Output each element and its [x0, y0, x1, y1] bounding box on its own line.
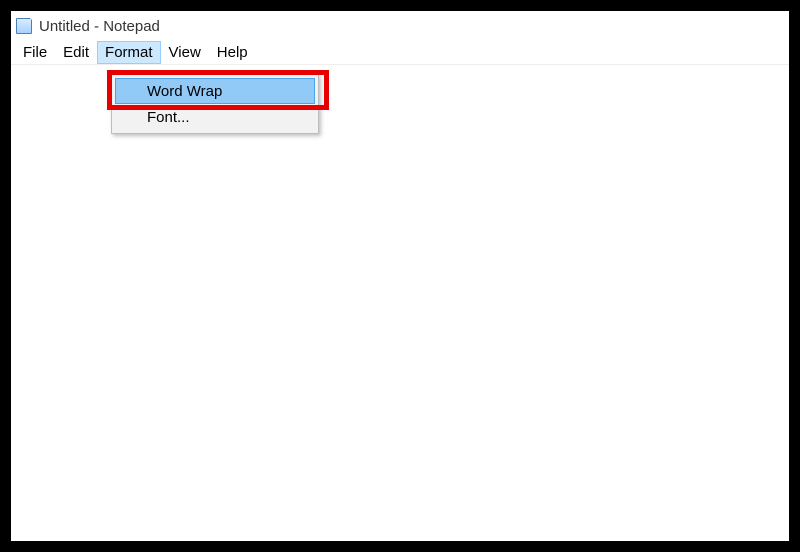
window-frame: Untitled - Notepad File Edit Format View…: [10, 10, 790, 542]
menu-format[interactable]: Format: [97, 41, 161, 64]
menu-item-word-wrap[interactable]: Word Wrap: [115, 78, 315, 104]
titlebar: Untitled - Notepad: [11, 11, 789, 41]
menu-item-font[interactable]: Font...: [115, 104, 315, 130]
menubar: File Edit Format View Help: [11, 41, 789, 65]
menu-edit[interactable]: Edit: [55, 41, 97, 64]
format-dropdown: Word Wrap Font...: [111, 74, 319, 134]
text-editor-area[interactable]: [11, 66, 789, 541]
menu-file[interactable]: File: [15, 41, 55, 64]
menu-help[interactable]: Help: [209, 41, 256, 64]
notepad-icon: [15, 17, 33, 35]
window-title: Untitled - Notepad: [39, 18, 160, 35]
menu-view[interactable]: View: [161, 41, 209, 64]
